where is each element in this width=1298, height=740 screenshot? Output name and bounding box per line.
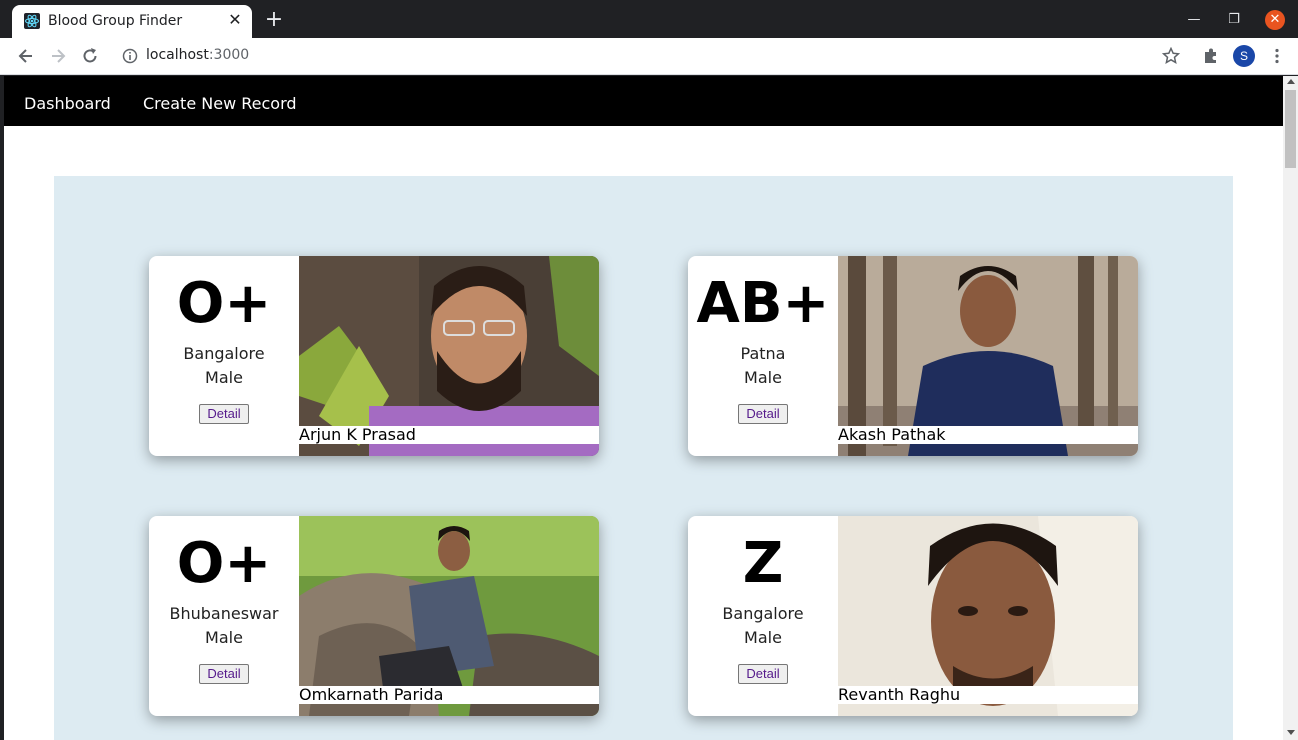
bookmark-star-icon[interactable] — [1162, 47, 1180, 65]
donor-info: O+ Bangalore Male Detail — [149, 256, 299, 456]
back-arrow-icon[interactable] — [16, 46, 36, 66]
donor-name: Revanth Raghu — [838, 685, 961, 704]
city-label: Bangalore — [183, 344, 265, 363]
browser-titlebar: Blood Group Finder ✕ + — ❐ ✕ — [0, 0, 1298, 38]
blood-group-label: O+ — [176, 271, 272, 336]
scrollbar-thumb[interactable] — [1285, 90, 1296, 168]
gender-label: Male — [744, 368, 782, 387]
city-label: Patna — [740, 344, 786, 363]
donor-info: O+ Bhubaneswar Male Detail — [149, 516, 299, 716]
scroll-up-arrow-icon[interactable] — [1287, 79, 1295, 84]
minimize-icon[interactable]: — — [1184, 10, 1204, 30]
detail-button[interactable]: Detail — [738, 404, 788, 424]
forward-arrow-icon[interactable] — [48, 46, 68, 66]
detail-button[interactable]: Detail — [738, 664, 788, 684]
nav-dashboard-link[interactable]: Dashboard — [24, 94, 111, 113]
tab-title: Blood Group Finder — [48, 13, 183, 29]
city-label: Bangalore — [722, 604, 804, 623]
react-icon — [24, 13, 40, 29]
donor-card: O+ Bangalore Male Detail Arjun K Prasad — [149, 256, 599, 456]
page-viewport: Dashboard Create New Record O+ Bangalore… — [4, 76, 1283, 740]
donor-name: Akash Pathak — [838, 425, 946, 444]
page-scrollbar[interactable] — [1283, 76, 1298, 740]
browser-toolbar: localhost:3000 S — [0, 38, 1298, 75]
donor-card: AB+ Patna Male Detail Akash Pathak — [688, 256, 1138, 456]
extensions-puzzle-icon[interactable] — [1202, 47, 1220, 65]
app-navbar: Dashboard Create New Record — [4, 76, 1283, 126]
url-text[interactable]: localhost:3000 — [146, 47, 249, 63]
reload-icon[interactable] — [80, 46, 100, 66]
donor-card: O+ Bhubaneswar Male Detail Omkarnath Par… — [149, 516, 599, 716]
donor-info: Z Bangalore Male Detail — [688, 516, 838, 716]
url-host: localhost — [146, 47, 209, 63]
gender-label: Male — [205, 368, 243, 387]
profile-avatar[interactable]: S — [1233, 45, 1255, 67]
detail-button[interactable]: Detail — [199, 664, 249, 684]
donor-info: AB+ Patna Male Detail — [688, 256, 838, 456]
donor-name: Omkarnath Parida — [299, 685, 444, 704]
donor-card-grid: O+ Bangalore Male Detail Arjun K Prasad — [54, 176, 1233, 740]
kebab-menu-icon[interactable] — [1268, 47, 1286, 65]
name-bar: Akash Pathak — [838, 426, 1138, 444]
detail-button[interactable]: Detail — [199, 404, 249, 424]
gender-label: Male — [205, 628, 243, 647]
info-icon[interactable] — [122, 48, 138, 64]
browser-tab[interactable]: Blood Group Finder ✕ — [12, 5, 252, 38]
blood-group-label: O+ — [176, 531, 272, 596]
gender-label: Male — [744, 628, 782, 647]
name-bar: Arjun K Prasad — [299, 426, 599, 444]
blood-group-label: Z — [742, 531, 784, 596]
tab-close-icon[interactable]: ✕ — [226, 11, 244, 29]
scroll-down-arrow-icon[interactable] — [1287, 730, 1295, 735]
new-tab-icon[interactable]: + — [262, 9, 286, 33]
donor-name: Arjun K Prasad — [299, 425, 416, 444]
restore-icon[interactable]: ❐ — [1224, 10, 1244, 30]
name-bar: Omkarnath Parida — [299, 686, 599, 704]
name-bar: Revanth Raghu — [838, 686, 1138, 704]
nav-create-record-link[interactable]: Create New Record — [143, 94, 297, 113]
donor-card: Z Bangalore Male Detail Revanth Raghu — [688, 516, 1138, 716]
window-close-icon[interactable]: ✕ — [1265, 10, 1285, 30]
url-port: :3000 — [208, 47, 250, 63]
blood-group-label: AB+ — [696, 271, 830, 336]
city-label: Bhubaneswar — [169, 604, 279, 623]
address-bar[interactable]: localhost:3000 — [114, 42, 1204, 70]
